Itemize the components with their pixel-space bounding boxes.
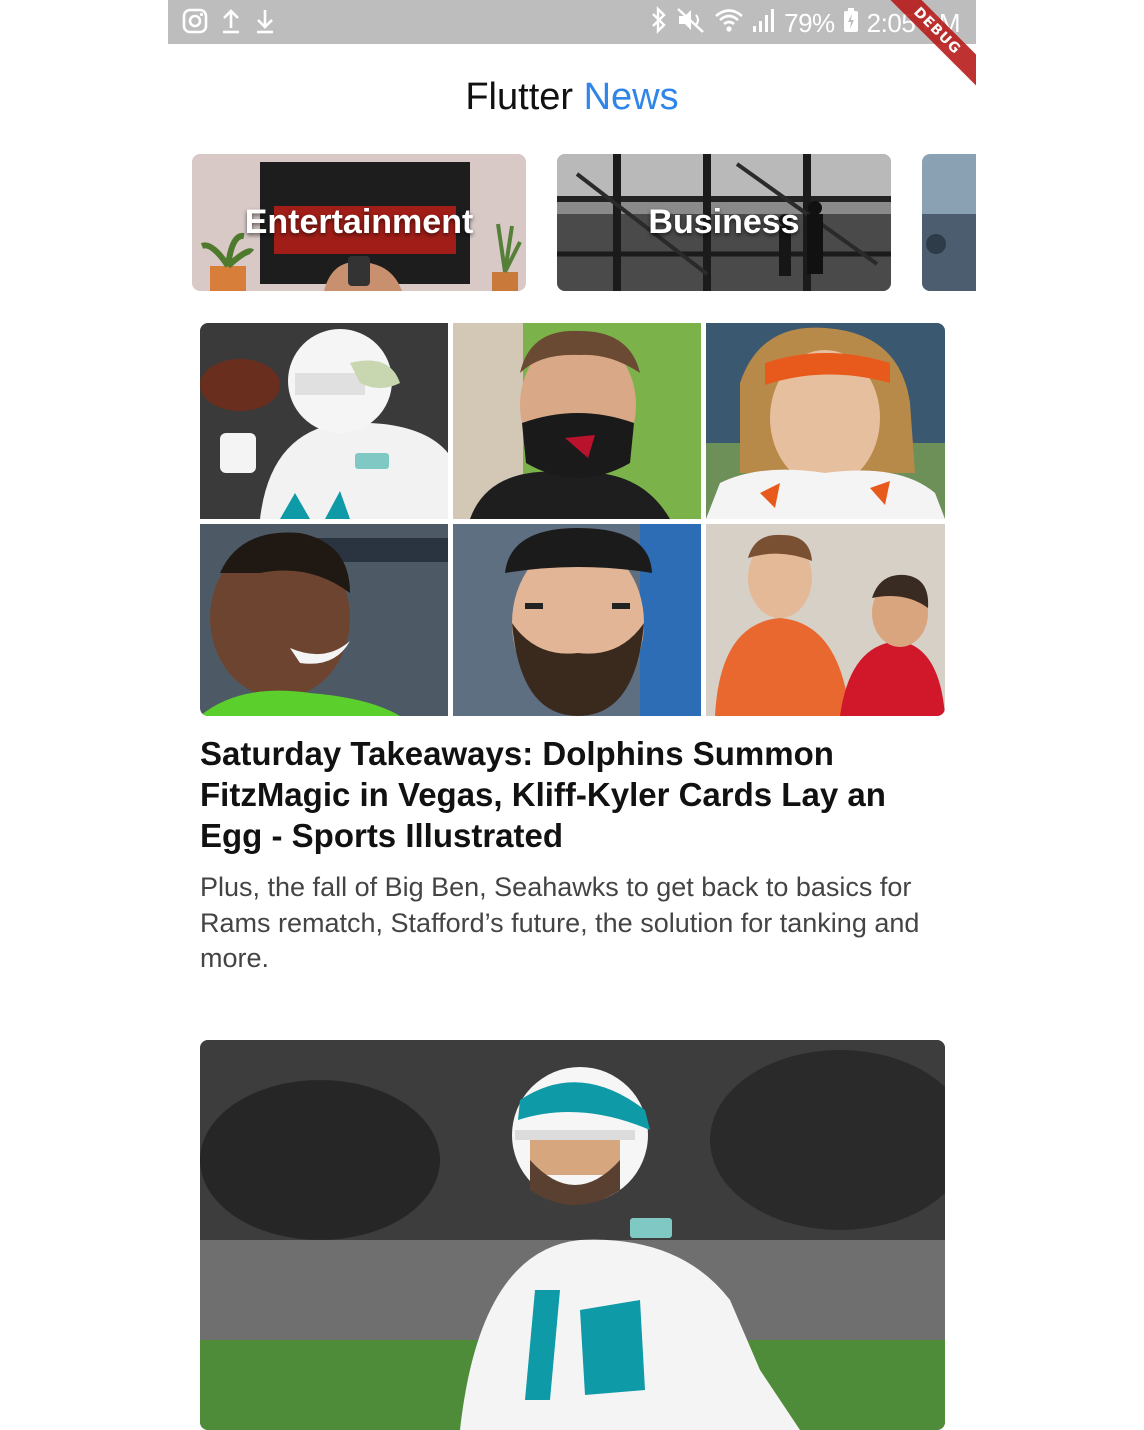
category-card-next[interactable] bbox=[922, 154, 976, 291]
player-collage-image bbox=[200, 323, 945, 716]
article-title[interactable]: Saturday Takeaways: Dolphins Summon Fitz… bbox=[200, 733, 940, 856]
article-image[interactable] bbox=[200, 1040, 945, 1430]
mute-icon bbox=[676, 6, 706, 41]
article-description: Plus, the fall of Big Ben, Seahawks to g… bbox=[200, 872, 920, 973]
phone-screen: 79% 2:05 PM DEBUG Flutter News bbox=[168, 0, 976, 1430]
app-title-accent: News bbox=[583, 76, 679, 118]
app-title: Flutter News bbox=[168, 76, 976, 119]
category-card-business[interactable]: Business bbox=[557, 154, 891, 291]
status-bar: 79% 2:05 PM DEBUG bbox=[168, 0, 976, 92]
category-card-entertainment[interactable]: Entertainment bbox=[192, 154, 526, 291]
wifi-icon bbox=[714, 6, 744, 41]
upload-icon bbox=[220, 8, 242, 39]
category-carousel[interactable]: Entertainment Business bbox=[192, 154, 976, 292]
status-left-icons bbox=[182, 8, 276, 39]
download-icon bbox=[254, 8, 276, 39]
instagram-icon bbox=[182, 8, 208, 39]
article-image[interactable] bbox=[200, 323, 945, 716]
app-title-primary: Flutter bbox=[465, 76, 574, 118]
category-label-business: Business bbox=[648, 203, 800, 241]
category-next-image bbox=[922, 154, 976, 291]
battery-percent: 79% bbox=[784, 8, 835, 38]
signal-icon bbox=[752, 6, 776, 41]
category-label-entertainment: Entertainment bbox=[244, 203, 474, 241]
bluetooth-icon bbox=[650, 6, 668, 41]
battery-icon bbox=[843, 6, 859, 41]
fitzpatrick-image bbox=[200, 1040, 945, 1430]
